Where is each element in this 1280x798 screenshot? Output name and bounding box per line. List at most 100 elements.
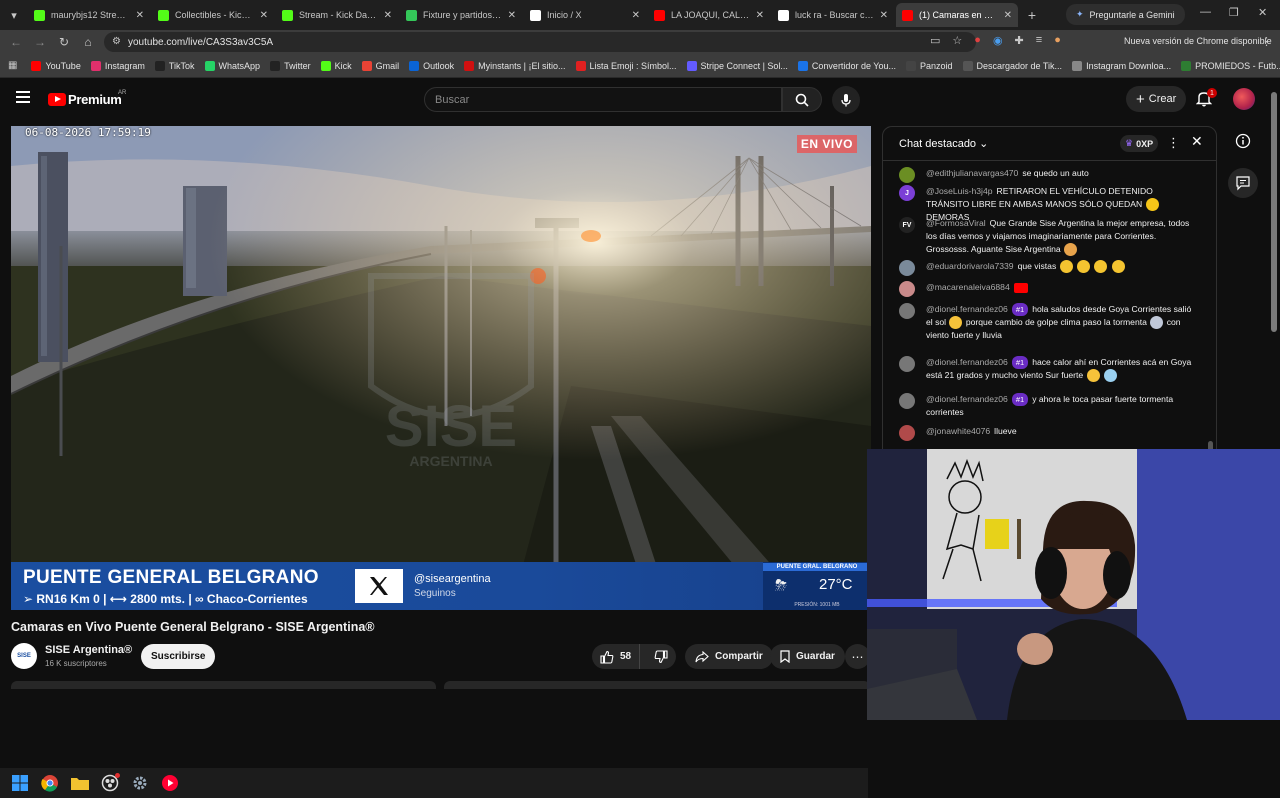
chat-author-name[interactable]: @dionel.fernandez06 bbox=[926, 304, 1008, 314]
chat-message[interactable]: @macarenaleiva6884 bbox=[899, 281, 1195, 297]
extensions-puzzle-icon[interactable]: ✚ bbox=[1015, 34, 1024, 47]
close-tab-icon[interactable]: ✕ bbox=[384, 10, 392, 21]
xp-badge[interactable]: ♛ 0XP bbox=[1120, 135, 1159, 152]
close-tab-icon[interactable]: ✕ bbox=[260, 10, 268, 21]
chat-author-name[interactable]: @JoseLuis-h3j4p bbox=[926, 186, 993, 196]
premium-logo-text[interactable]: Premium bbox=[68, 92, 122, 107]
forward-icon[interactable]: → bbox=[28, 35, 52, 49]
reload-icon[interactable]: ↻ bbox=[52, 35, 76, 49]
chat-author-avatar[interactable]: J bbox=[899, 185, 915, 201]
bookmark-item[interactable]: Descargador de Tik... bbox=[962, 60, 1062, 71]
apps-grid-icon[interactable]: ▦ bbox=[8, 60, 17, 71]
chat-options-icon[interactable]: ⋮ bbox=[1167, 135, 1180, 151]
back-icon[interactable]: ← bbox=[4, 35, 28, 49]
cast-icon[interactable]: ▭ bbox=[930, 34, 940, 47]
bookmark-item[interactable]: Panzoid bbox=[905, 60, 953, 71]
bookmark-star-icon[interactable]: ☆ bbox=[952, 34, 962, 47]
bookmark-item[interactable]: TikTok bbox=[154, 60, 195, 71]
new-tab-button[interactable]: + bbox=[1020, 7, 1044, 23]
bookmark-item[interactable]: Lista Emoji : Símbol... bbox=[575, 60, 677, 71]
chat-author-name[interactable]: @macarenaleiva6884 bbox=[926, 282, 1010, 292]
bookmark-item[interactable]: Instagram bbox=[90, 60, 145, 71]
chat-author-avatar[interactable]: FV bbox=[899, 217, 915, 233]
chat-message[interactable]: @jonawhite4076 llueve bbox=[899, 425, 1195, 441]
chat-author-avatar[interactable] bbox=[899, 393, 915, 409]
browser-tab[interactable]: Stream - Kick Dashbo ✕ bbox=[276, 3, 398, 27]
bookmark-item[interactable]: Instagram Downloa... bbox=[1072, 60, 1171, 71]
save-button[interactable]: Guardar bbox=[770, 644, 845, 669]
tab-search-icon[interactable]: ▾ bbox=[0, 0, 28, 30]
share-button[interactable]: Compartir bbox=[685, 644, 773, 669]
chat-author-avatar[interactable] bbox=[899, 425, 915, 441]
restore-icon[interactable]: ❐ bbox=[1229, 6, 1239, 19]
file-explorer-icon[interactable] bbox=[70, 773, 90, 793]
dislike-button[interactable] bbox=[646, 644, 676, 669]
voice-search-button[interactable] bbox=[832, 86, 860, 114]
extension-audio-icon[interactable]: ◉ bbox=[993, 34, 1003, 47]
bookmark-item[interactable]: Twitter bbox=[270, 60, 311, 71]
obs-taskbar-icon[interactable] bbox=[100, 773, 120, 793]
chat-author-name[interactable]: @jonawhite4076 bbox=[926, 426, 990, 436]
channel-avatar[interactable]: SISE bbox=[11, 643, 37, 669]
chat-message[interactable]: @eduardorivarola7339 que vistas bbox=[899, 260, 1195, 276]
browser-tab[interactable]: maurybjs12 Stream - ✕ bbox=[28, 3, 150, 27]
browser-tab[interactable]: LA JOAQUI, CALLEJE ✕ bbox=[648, 3, 770, 27]
like-button[interactable]: 58 bbox=[592, 644, 640, 669]
chat-author-name[interactable]: @dionel.fernandez06 bbox=[926, 394, 1008, 404]
chat-author-avatar[interactable] bbox=[899, 281, 915, 297]
close-tab-icon[interactable]: ✕ bbox=[756, 10, 764, 21]
close-window-icon[interactable]: ✕ bbox=[1258, 6, 1267, 19]
chat-author-name[interactable]: @edithjulianavargas470 bbox=[926, 168, 1018, 178]
search-button[interactable] bbox=[782, 87, 822, 112]
page-scrollbar[interactable] bbox=[1271, 92, 1277, 332]
chat-author-avatar[interactable] bbox=[899, 260, 915, 276]
browser-tab[interactable]: luck ra - Buscar con G ✕ bbox=[772, 3, 894, 27]
youtube-logo-icon[interactable] bbox=[48, 93, 66, 106]
chat-toggle-icon[interactable] bbox=[1228, 168, 1258, 198]
chat-message[interactable]: @dionel.fernandez06 #1 hola saludos desde … bbox=[899, 303, 1195, 342]
video-player[interactable]: SISE ARGENTINA 06-08-2026 17:59:19 EN VI… bbox=[11, 126, 871, 610]
chat-author-avatar[interactable] bbox=[899, 303, 915, 319]
subscribe-button[interactable]: Suscribirse bbox=[141, 644, 216, 669]
info-icon[interactable] bbox=[1228, 126, 1258, 156]
browser-tab[interactable]: Collectibles - Kick Str ✕ bbox=[152, 3, 274, 27]
close-tab-icon[interactable]: ✕ bbox=[632, 10, 640, 21]
bookmark-item[interactable]: Outlook bbox=[409, 60, 454, 71]
gemini-button[interactable]: ✦ Preguntarle a Gemini bbox=[1066, 4, 1185, 25]
settings-gear-icon[interactable] bbox=[130, 773, 150, 793]
account-avatar[interactable] bbox=[1233, 88, 1255, 110]
bookmark-item[interactable]: Stripe Connect | Sol... bbox=[686, 60, 788, 71]
browser-tab[interactable]: Inicio / X ✕ bbox=[524, 3, 646, 27]
bookmark-item[interactable]: Convertidor de You... bbox=[797, 60, 896, 71]
chat-message[interactable]: FV @FormosaViral Que Grande Sise Argentina… bbox=[899, 217, 1195, 257]
chat-author-name[interactable]: @dionel.fernandez06 bbox=[926, 357, 1008, 367]
bookmark-item[interactable]: Gmail bbox=[361, 60, 399, 71]
description-panel[interactable] bbox=[11, 681, 436, 689]
bookmark-item[interactable]: WhatsApp bbox=[204, 60, 260, 71]
chat-author-avatar[interactable] bbox=[899, 356, 915, 372]
address-bar[interactable]: ⚙ youtube.com/live/CA3S3av3C5A bbox=[104, 32, 976, 52]
guide-menu-icon[interactable] bbox=[16, 91, 30, 103]
chat-author-name[interactable]: @FormosaViral bbox=[926, 218, 986, 228]
chat-message[interactable]: @dionel.fernandez06 #1 hace calor ahí en C… bbox=[899, 356, 1195, 383]
search-input[interactable]: Buscar bbox=[424, 87, 782, 112]
chrome-update-label[interactable]: Nueva versión de Chrome disponible bbox=[1124, 36, 1272, 46]
chat-author-name[interactable]: @eduardorivarola7339 bbox=[926, 261, 1014, 271]
youtube-taskbar-icon[interactable] bbox=[160, 773, 180, 793]
chrome-taskbar-icon[interactable] bbox=[40, 773, 60, 793]
chat-author-avatar[interactable] bbox=[899, 167, 915, 183]
extension-red-icon[interactable]: ● bbox=[974, 34, 981, 47]
profile-icon[interactable]: ● bbox=[1054, 34, 1061, 47]
recommendations-panel[interactable] bbox=[444, 681, 870, 689]
close-tab-icon[interactable]: ✕ bbox=[136, 10, 144, 21]
bookmark-item[interactable]: PROMIEDOS - Futb... bbox=[1181, 60, 1280, 71]
close-tab-icon[interactable]: ✕ bbox=[880, 10, 888, 21]
close-chat-icon[interactable]: ✕ bbox=[1191, 133, 1203, 150]
browser-tab[interactable]: (1) Camaras en Vivo ✕ bbox=[896, 3, 1018, 27]
home-icon[interactable]: ⌂ bbox=[76, 35, 100, 49]
bookmark-item[interactable]: Kick bbox=[320, 60, 352, 71]
site-info-icon[interactable]: ⚙ bbox=[112, 36, 121, 47]
tab-search-list-icon[interactable]: ≡ bbox=[1036, 34, 1042, 47]
bookmark-item[interactable]: YouTube bbox=[31, 60, 81, 71]
channel-name[interactable]: SISE Argentina® bbox=[45, 644, 132, 656]
